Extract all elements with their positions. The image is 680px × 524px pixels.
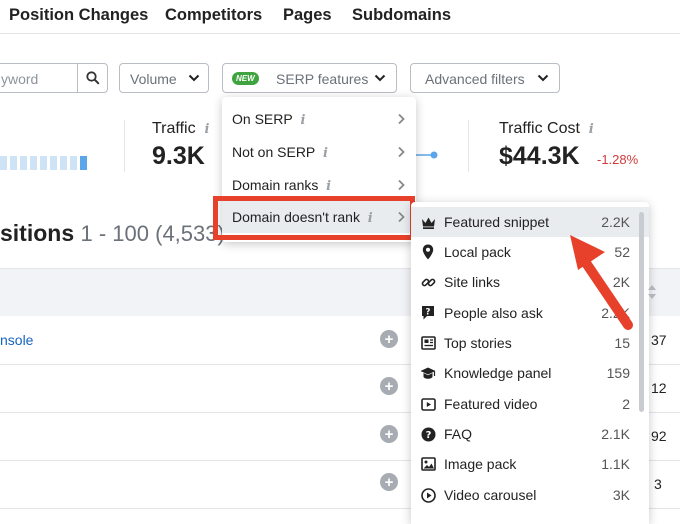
highlight-box — [213, 196, 415, 240]
feature-knowledge-panel[interactable]: Knowledge panel 159 — [411, 358, 649, 388]
kpi-divider — [124, 120, 125, 172]
traffic-cost-label: Traffic Cost i — [499, 120, 594, 137]
search-button[interactable] — [77, 64, 107, 92]
image-icon — [420, 457, 436, 471]
positions-range: 1 - 100 (4,533) — [80, 221, 225, 246]
feature-featured-video[interactable]: Featured video 2 — [411, 389, 649, 419]
new-badge: NEW — [232, 72, 259, 85]
report-tabs: Position Changes Competitors Pages Subdo… — [0, 0, 680, 34]
question-bubble-icon: ? — [422, 306, 434, 320]
keyword-link[interactable]: nsole — [0, 332, 33, 348]
sort-icon[interactable] — [646, 283, 658, 301]
positions-heading: sitions 1 - 100 (4,533) — [0, 220, 225, 246]
volume-filter[interactable]: Volume — [119, 63, 209, 93]
tab-competitors[interactable]: Competitors — [165, 6, 262, 25]
table-cell: 3 — [654, 476, 662, 492]
newspaper-icon — [420, 336, 436, 350]
traffic-cost-change: -1.28% — [597, 152, 639, 167]
info-icon: i — [588, 122, 594, 137]
info-icon: i — [300, 113, 306, 128]
red-arrow-annotation — [570, 235, 633, 330]
map-pin-icon — [422, 244, 434, 260]
feature-faq[interactable]: ? FAQ 2.1K — [411, 419, 649, 449]
chevron-down-icon — [537, 74, 549, 82]
traffic-cost-value: $44.3K — [499, 142, 580, 170]
info-icon: i — [204, 122, 210, 137]
traffic-sparkline-end — [416, 151, 438, 159]
table-cell: 12 — [651, 380, 667, 396]
chevron-right-icon — [398, 113, 405, 125]
chevron-right-icon — [398, 146, 405, 158]
advanced-filters-label: Advanced filters — [425, 71, 525, 87]
table-cell: 37 — [651, 332, 667, 348]
faq-icon: ? — [421, 427, 435, 441]
link-icon — [421, 278, 435, 286]
search-placeholder: yword — [1, 71, 39, 87]
crown-icon — [421, 217, 435, 229]
video-play-icon — [420, 397, 436, 411]
chevron-right-icon — [398, 179, 405, 191]
tab-pages[interactable]: Pages — [283, 6, 332, 25]
volume-filter-label: Volume — [130, 71, 177, 87]
svg-text:?: ? — [426, 307, 431, 317]
add-keyword-button[interactable]: + — [380, 330, 398, 348]
add-keyword-button[interactable]: + — [380, 377, 398, 395]
kpi-divider — [468, 120, 469, 172]
serp-features-label: SERP features — [276, 71, 369, 87]
tab-subdomains[interactable]: Subdomains — [352, 6, 451, 25]
svg-text:?: ? — [425, 430, 431, 441]
serp-features-filter[interactable]: NEW SERP features — [222, 63, 397, 93]
graduation-cap-icon — [420, 367, 436, 379]
feature-image-pack[interactable]: Image pack 1.1K — [411, 449, 649, 479]
chevron-down-icon — [188, 74, 200, 82]
advanced-filters-button[interactable]: Advanced filters — [410, 63, 560, 93]
feature-top-stories[interactable]: Top stories 15 — [411, 328, 649, 358]
menu-item-on-serp[interactable]: On SERP i — [222, 103, 416, 135]
video-carousel-icon — [420, 487, 436, 503]
add-keyword-button[interactable]: + — [380, 425, 398, 443]
info-icon: i — [326, 179, 332, 194]
add-keyword-button[interactable]: + — [380, 473, 398, 491]
keyword-search-input[interactable]: yword — [0, 63, 108, 93]
table-cell: 92 — [651, 428, 667, 444]
tab-position-changes[interactable]: Position Changes — [9, 6, 148, 25]
traffic-label: Traffic i — [152, 120, 210, 137]
chevron-down-icon — [374, 74, 386, 82]
menu-item-not-on-serp[interactable]: Not on SERP i — [222, 136, 416, 168]
search-icon — [85, 71, 100, 85]
feature-video-carousel[interactable]: Video carousel 3K — [411, 480, 649, 510]
traffic-value: 9.3K — [152, 142, 205, 170]
info-icon: i — [323, 146, 328, 161]
